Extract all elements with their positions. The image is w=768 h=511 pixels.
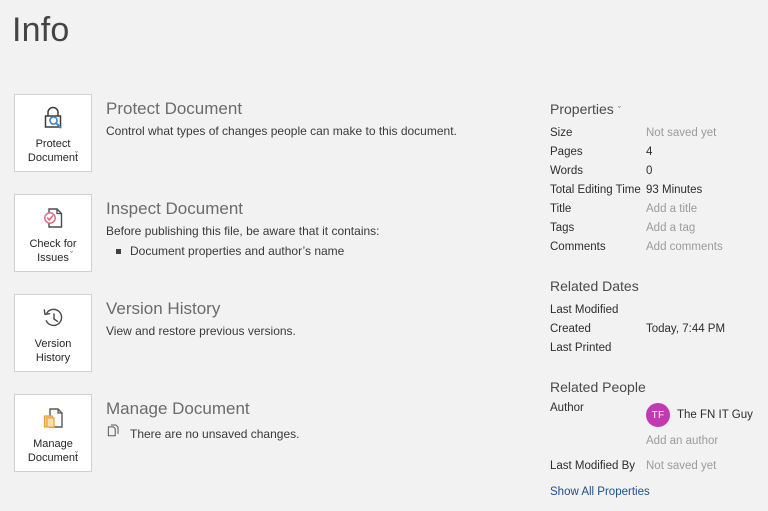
property-label: Last Modified bbox=[550, 304, 619, 316]
property-row-title: Title Add a title bbox=[550, 200, 762, 219]
manage-document-text: Manage Document There are no unsaved cha… bbox=[106, 398, 526, 445]
property-value: 0 bbox=[646, 165, 653, 177]
manage-document-label: Manage Document bbox=[27, 438, 79, 464]
protect-document-label: Protect Document bbox=[27, 138, 79, 164]
block-description: Before publishing this file, be aware th… bbox=[106, 224, 380, 238]
document-check-icon bbox=[36, 202, 70, 234]
info-block-inspect-document: Check for Issues ˇ Inspect Document Befo… bbox=[14, 194, 534, 294]
date-row-last-printed: Last Printed bbox=[550, 339, 762, 358]
manage-document-button[interactable]: Manage Document ˇ bbox=[14, 394, 92, 472]
property-label: Size bbox=[550, 127, 573, 139]
property-value bbox=[646, 301, 762, 320]
info-block-protect-document: Protect Document ˇ Protect Document Cont… bbox=[14, 94, 534, 194]
list-item: Document properties and author’s name bbox=[106, 243, 526, 260]
property-row-comments: Comments Add comments bbox=[550, 238, 762, 257]
check-for-issues-button[interactable]: Check for Issues ˇ bbox=[14, 194, 92, 272]
add-author-field[interactable]: Add an author bbox=[646, 432, 762, 451]
chevron-down-icon[interactable]: ˇ bbox=[618, 101, 621, 120]
protect-document-text: Protect Document Control what types of c… bbox=[106, 98, 526, 140]
date-row-last-modified: Last Modified bbox=[550, 301, 762, 320]
block-description: Control what types of changes people can… bbox=[106, 124, 457, 138]
block-description: View and restore previous versions. bbox=[106, 324, 296, 338]
avatar: TF bbox=[646, 403, 670, 427]
show-all-properties-link[interactable]: Show All Properties bbox=[550, 486, 650, 498]
chevron-down-icon[interactable]: ˇ bbox=[75, 450, 78, 460]
properties-heading[interactable]: Properties ˇ bbox=[550, 100, 762, 119]
chevron-down-icon[interactable]: ˇ bbox=[75, 150, 78, 160]
property-label: Pages bbox=[550, 146, 583, 158]
property-value bbox=[646, 339, 762, 358]
version-history-label: Version History bbox=[34, 338, 72, 364]
property-row-words: Words 0 bbox=[550, 162, 762, 181]
block-title: Inspect Document bbox=[106, 199, 244, 218]
properties-panel: Properties ˇ Size Not saved yet Pages 4 … bbox=[550, 100, 762, 500]
author-row: Author TF The FN IT Guy bbox=[550, 402, 762, 432]
unsaved-copy-icon bbox=[106, 424, 121, 445]
property-label: Title bbox=[550, 203, 572, 215]
property-value: 4 bbox=[646, 146, 653, 158]
property-label: Tags bbox=[550, 222, 575, 234]
inspect-findings-list: Document properties and author’s name bbox=[106, 243, 526, 260]
unsaved-changes-note: There are no unsaved changes. bbox=[106, 424, 526, 445]
property-label: Comments bbox=[550, 241, 606, 253]
property-value: 93 Minutes bbox=[646, 184, 703, 196]
property-value: Not saved yet bbox=[646, 460, 717, 472]
property-row-total-editing-time: Total Editing Time 93 Minutes bbox=[550, 181, 762, 200]
info-block-manage-document: Manage Document ˇ Manage Document There … bbox=[14, 394, 534, 494]
info-blocks-column: Protect Document ˇ Protect Document Cont… bbox=[14, 94, 534, 494]
version-history-button[interactable]: Version History bbox=[14, 294, 92, 372]
property-label: Last Modified By bbox=[550, 460, 636, 472]
info-block-version-history: Version History Version History View and… bbox=[14, 294, 534, 394]
property-row-pages: Pages 4 bbox=[550, 143, 762, 162]
clock-history-icon bbox=[36, 302, 70, 334]
related-people-heading: Related People bbox=[550, 379, 646, 395]
protect-document-button[interactable]: Protect Document ˇ bbox=[14, 94, 92, 172]
title-field[interactable]: Add a title bbox=[646, 200, 762, 219]
property-label: Created bbox=[550, 323, 591, 335]
author-name: The FN IT Guy bbox=[677, 409, 753, 421]
properties-heading-label: Properties bbox=[550, 101, 614, 117]
property-label: Words bbox=[550, 165, 584, 177]
page-title: Info bbox=[12, 11, 70, 49]
block-title: Protect Document bbox=[106, 99, 243, 118]
unsaved-changes-text: There are no unsaved changes. bbox=[130, 427, 300, 441]
property-label: Total Editing Time bbox=[550, 184, 641, 196]
tags-field[interactable]: Add a tag bbox=[646, 219, 762, 238]
inspect-document-text: Inspect Document Before publishing this … bbox=[106, 198, 526, 260]
comments-field[interactable]: Add comments bbox=[646, 238, 762, 257]
date-row-created: Created Today, 7:44 PM bbox=[550, 320, 762, 339]
last-modified-by-row: Last Modified By Not saved yet bbox=[550, 457, 762, 476]
chevron-down-icon[interactable]: ˇ bbox=[70, 250, 73, 260]
document-pages-icon bbox=[36, 402, 70, 434]
version-history-text: Version History View and restore previou… bbox=[106, 298, 526, 340]
block-title: Version History bbox=[106, 299, 221, 318]
property-label: Last Printed bbox=[550, 342, 612, 354]
property-row-size: Size Not saved yet bbox=[550, 124, 762, 143]
author-entry[interactable]: TF The FN IT Guy bbox=[646, 402, 762, 427]
property-row-tags: Tags Add a tag bbox=[550, 219, 762, 238]
related-dates-heading: Related Dates bbox=[550, 278, 639, 294]
author-label: Author bbox=[550, 402, 584, 414]
lock-search-icon bbox=[36, 102, 70, 134]
block-title: Manage Document bbox=[106, 399, 250, 418]
property-value: Today, 7:44 PM bbox=[646, 323, 726, 335]
property-value[interactable]: Not saved yet bbox=[646, 124, 762, 143]
